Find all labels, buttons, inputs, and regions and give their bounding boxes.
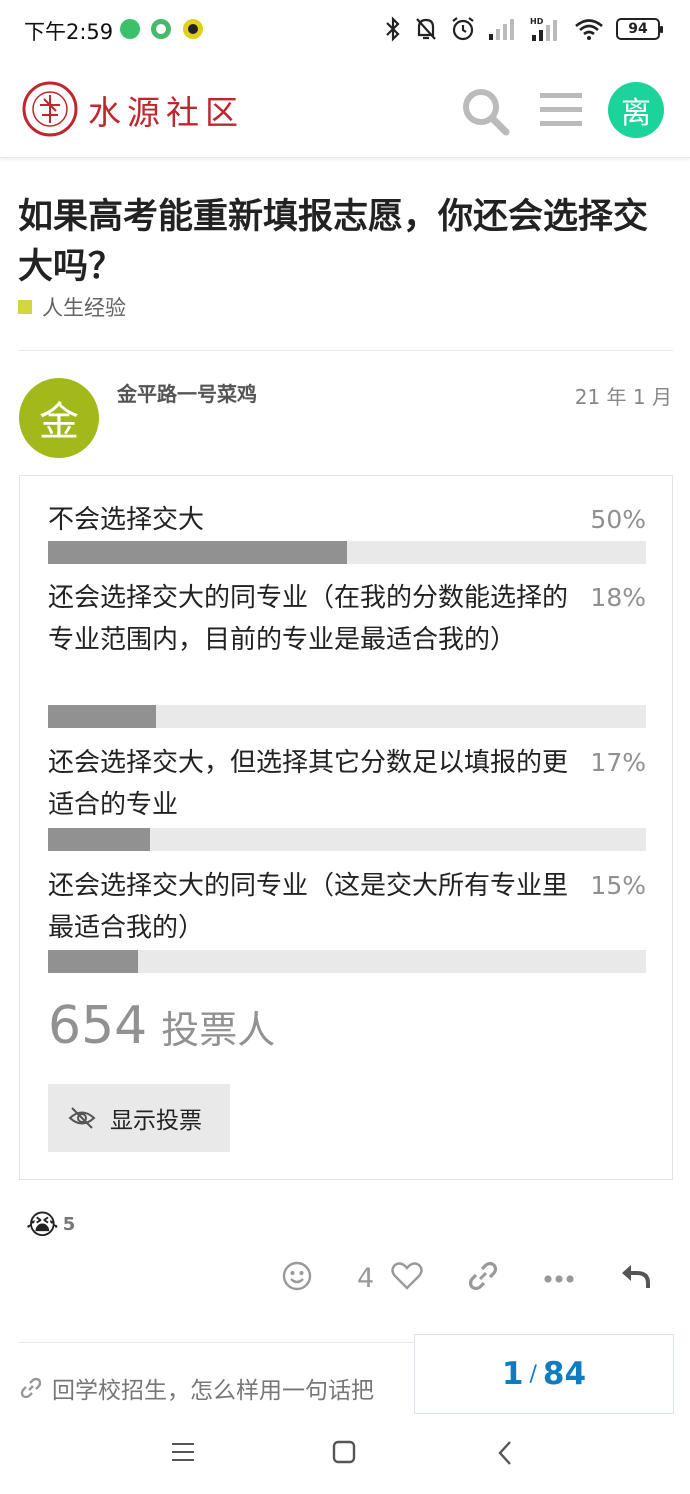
show-votes-label: 显示投票 xyxy=(110,1108,202,1134)
reaction-count: 5 xyxy=(62,1214,76,1235)
bluetooth-icon xyxy=(386,16,400,42)
category-color-square xyxy=(18,300,32,314)
mute-bell-icon xyxy=(416,18,436,40)
signal-hd-icon: HD xyxy=(530,17,557,41)
user-avatar[interactable]: 离 xyxy=(608,82,664,138)
crying-face-icon: 😭 xyxy=(26,1208,59,1241)
like-count[interactable]: 4 xyxy=(357,1263,374,1294)
poll-bar-fill xyxy=(48,541,347,564)
poll-option: 还会选择交大，但选择其它分数足以填报的更适合的专业 17% xyxy=(48,742,646,826)
heart-like-icon[interactable] xyxy=(391,1261,423,1291)
poll-option: 不会选择交大 50% xyxy=(48,499,646,541)
wifi-icon xyxy=(575,19,603,40)
poll-option-percent: 18% xyxy=(590,583,646,612)
poll-option-percent: 15% xyxy=(590,871,646,900)
menu-nav-icon[interactable] xyxy=(172,1442,194,1462)
signal-icon xyxy=(489,19,514,40)
svg-text:HD: HD xyxy=(530,17,544,26)
poll-bar xyxy=(48,541,646,564)
app-notification-icon xyxy=(151,19,171,39)
system-nav-bar xyxy=(0,1414,690,1494)
progress-current: 1 xyxy=(501,1356,524,1392)
poll-option: 还会选择交大的同专业（在我的分数能选择的专业范围内，目前的专业是最适合我的） 1… xyxy=(48,577,646,661)
site-header: 水源社区 离 xyxy=(0,60,690,158)
post-author-name[interactable]: 金平路一号菜鸡 xyxy=(117,378,257,407)
smiley-reaction-icon[interactable] xyxy=(282,1261,312,1291)
progress-separator: / xyxy=(529,1361,537,1387)
poll-bar xyxy=(48,705,646,728)
app2-notification-icon xyxy=(183,19,203,39)
poll-option: 还会选择交大的同专业（这是交大所有专业里最适合我的） 15% xyxy=(48,865,646,949)
poll-option-percent: 50% xyxy=(590,505,646,534)
reply-icon[interactable] xyxy=(619,1261,651,1291)
more-options-icon[interactable] xyxy=(543,1274,575,1284)
sjtu-seal-logo[interactable] xyxy=(22,81,78,137)
search-icon[interactable] xyxy=(460,86,510,136)
reaction-summary[interactable]: 😭 5 xyxy=(26,1208,75,1241)
status-time: 下午2:59 xyxy=(24,20,114,44)
poll-bar-fill xyxy=(48,828,150,851)
link-icon[interactable] xyxy=(468,1261,498,1291)
poll-option-text: 还会选择交大，但选择其它分数足以填报的更适合的专业 xyxy=(48,748,569,820)
timeline-progress[interactable]: 1 / 84 xyxy=(414,1334,674,1414)
post-author-avatar[interactable]: 金 xyxy=(19,378,99,458)
post-actions: 4 xyxy=(0,1261,690,1303)
poll-bar-fill xyxy=(48,950,138,973)
site-name[interactable]: 水源社区 xyxy=(88,86,244,134)
show-votes-button[interactable]: 显示投票 xyxy=(48,1084,230,1152)
post-date[interactable]: 21 年 1 月 xyxy=(575,381,672,410)
category-label: 人生经验 xyxy=(42,296,126,320)
divider xyxy=(18,350,673,351)
voters-count: 654 xyxy=(48,996,148,1056)
link-icon xyxy=(20,1377,42,1399)
poll-option-percent: 17% xyxy=(590,748,646,777)
poll: 不会选择交大 50% 还会选择交大的同专业（在我的分数能选择的专业范围内，目前的… xyxy=(19,475,673,1180)
category-badge[interactable]: 人生经验 xyxy=(18,292,126,322)
poll-voters: 654 投票人 xyxy=(48,996,275,1056)
linked-topic-title: 回学校招生，怎么样用一句话把 xyxy=(52,1378,374,1404)
voters-label: 投票人 xyxy=(161,1008,276,1052)
back-nav-icon[interactable] xyxy=(497,1440,513,1466)
home-nav-icon[interactable] xyxy=(332,1440,356,1464)
poll-bar xyxy=(48,828,646,851)
poll-option-text: 还会选择交大的同专业（这是交大所有专业里最适合我的） xyxy=(48,871,569,943)
linked-topic[interactable]: 回学校招生，怎么样用一句话把 xyxy=(20,1371,374,1405)
alarm-icon xyxy=(452,17,474,41)
poll-option-text: 不会选择交大 xyxy=(48,505,205,535)
topic-title[interactable]: 如果高考能重新填报志愿，你还会选择交大吗？ xyxy=(18,192,668,292)
eye-slash-icon xyxy=(68,1107,96,1129)
poll-option-text: 还会选择交大的同专业（在我的分数能选择的专业范围内，目前的专业是最适合我的） xyxy=(48,583,569,655)
poll-bar-fill xyxy=(48,705,156,728)
wechat-notification-icon xyxy=(120,19,140,39)
poll-bar xyxy=(48,950,646,973)
progress-total: 84 xyxy=(542,1356,587,1392)
battery-icon: 94 xyxy=(616,18,663,40)
hamburger-menu-icon[interactable] xyxy=(540,90,582,130)
status-bar: 下午2:59 HD 94 xyxy=(0,0,690,60)
